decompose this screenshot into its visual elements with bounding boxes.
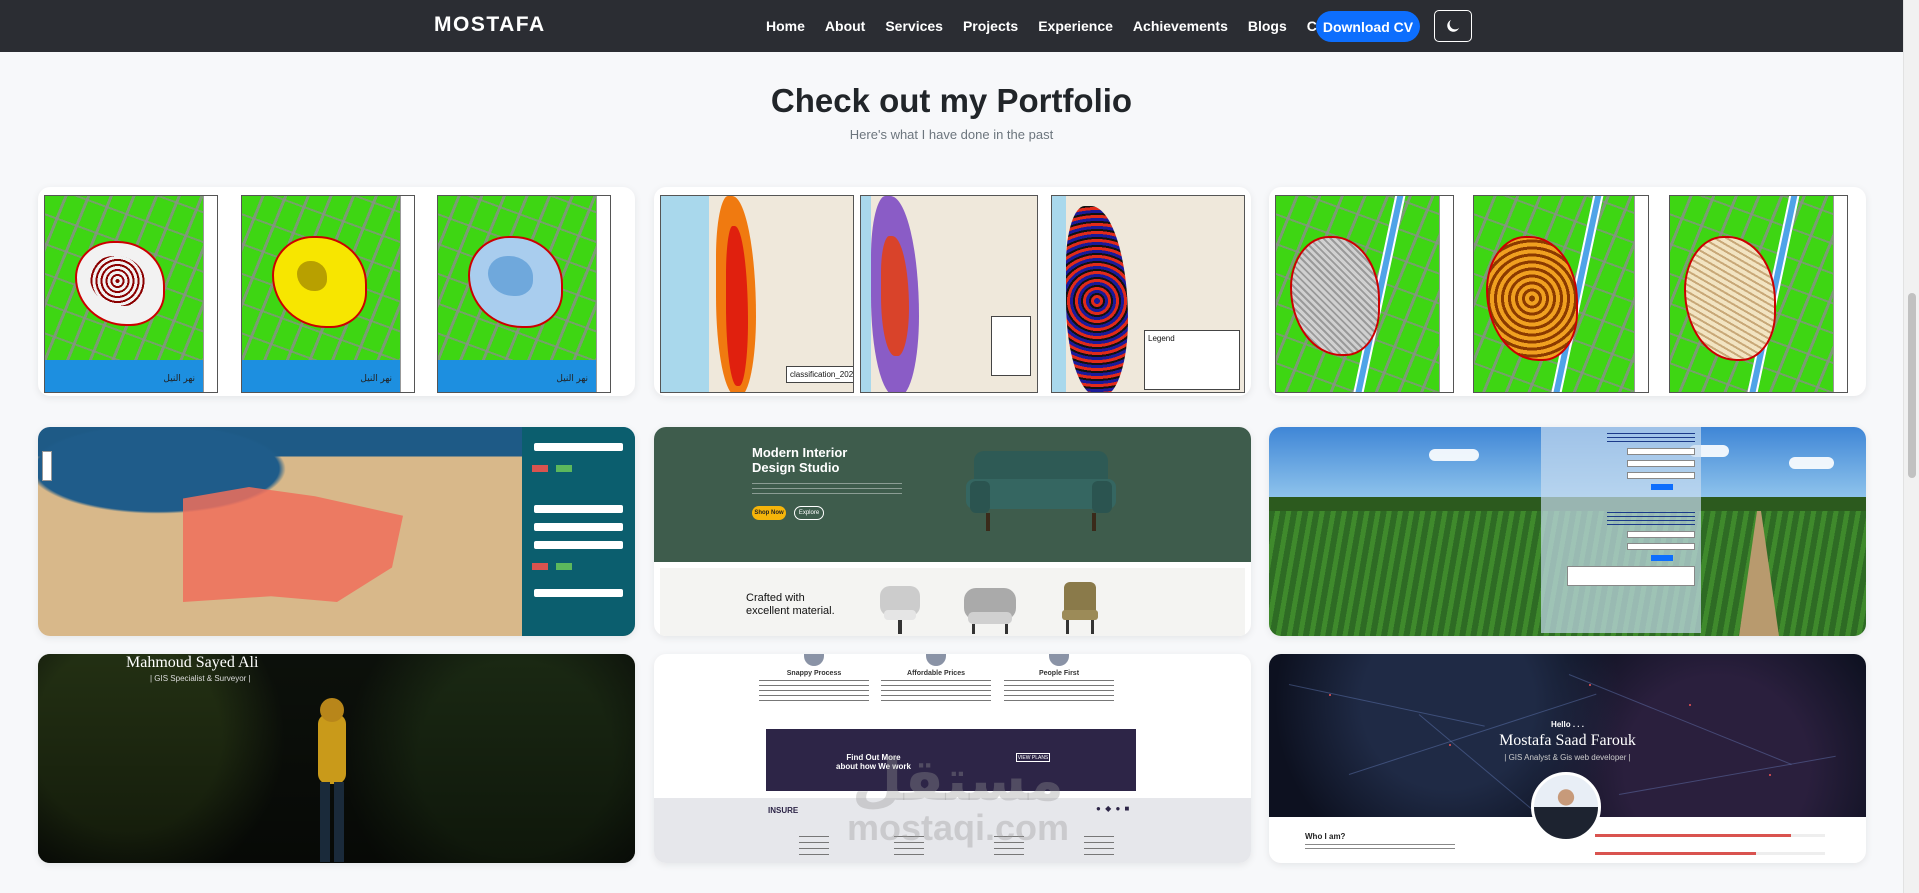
- moon-icon: [1447, 19, 1460, 32]
- legend-label: classification_2020: [790, 370, 854, 379]
- feature-heading: Affordable Prices: [907, 670, 965, 677]
- interior-materials-section: Crafted with excellent material.: [660, 568, 1245, 636]
- hero-name: Mostafa Saad Farouk: [1499, 732, 1636, 749]
- hero-name: Mahmoud Sayed Ali: [126, 654, 259, 671]
- map-label: نهر النيل: [556, 373, 588, 383]
- nav-link-services[interactable]: Services: [885, 18, 943, 34]
- twitter-icon[interactable]: ◆: [1105, 804, 1112, 813]
- legend-title: Legend: [1148, 334, 1175, 343]
- view-plans-button[interactable]: VIEW PLANS: [1016, 753, 1050, 762]
- shop-now-button[interactable]: Shop Now: [752, 506, 786, 520]
- pinterest-icon[interactable]: ●: [1115, 804, 1121, 813]
- map-legend: Legend: [1144, 330, 1240, 390]
- map-panel: [860, 195, 1038, 393]
- portfolio-card-insure[interactable]: Snappy Process Affordable Prices People …: [654, 654, 1251, 863]
- avatar: [1531, 772, 1601, 842]
- interior-hero: Modern Interior Design Studio Shop Now E…: [654, 427, 1251, 562]
- portfolio-card-egypt-webgis[interactable]: [38, 427, 635, 636]
- insure-banner: Find Out More about how We work VIEW PLA…: [766, 729, 1136, 791]
- map-label: نهر النيل: [360, 373, 392, 383]
- hero-role: | GIS Specialist & Surveyor |: [150, 674, 251, 683]
- nav-link-achievements[interactable]: Achievements: [1133, 18, 1228, 34]
- about-heading: Who I am?: [1305, 832, 1346, 841]
- hero-role: | GIS Analyst & Gis web developer |: [1504, 753, 1631, 762]
- nav-link-experience[interactable]: Experience: [1038, 18, 1113, 34]
- portfolio-card-personal-site-mahmoud[interactable]: Mahmoud Sayed Ali | GIS Specialist & Sur…: [38, 654, 635, 863]
- portfolio-card-gis-coastal-maps[interactable]: classification_2020 Legend: [654, 187, 1251, 396]
- feature-icon: [804, 654, 824, 666]
- nav-link-blogs[interactable]: Blogs: [1248, 18, 1287, 34]
- hero-greeting: Hello . . .: [1551, 720, 1584, 729]
- map-panel: نهر النيل: [437, 195, 611, 393]
- feature-column: Affordable Prices: [881, 654, 991, 702]
- theme-toggle-button[interactable]: [1434, 10, 1472, 42]
- feature-icon: [926, 654, 946, 666]
- nav-link-home[interactable]: Home: [766, 18, 805, 34]
- portfolio-card-gis-nile-maps[interactable]: نهر النيل نهر النيل نهر النيل: [38, 187, 635, 396]
- feature-icon: [1049, 654, 1069, 666]
- footer-brand: INSURE: [768, 806, 799, 815]
- map-panel: [1275, 195, 1454, 393]
- portfolio-card-personal-site-mostafa[interactable]: Hello . . . Mostafa Saad Farouk | GIS An…: [1269, 654, 1866, 863]
- sofa-image: [966, 451, 1116, 531]
- crafted-title: Crafted with excellent material.: [746, 592, 835, 617]
- nav-link-about[interactable]: About: [825, 18, 865, 34]
- skill-bar: [1595, 852, 1825, 855]
- skill-bar: [1595, 834, 1825, 837]
- map-query-panel: [522, 427, 635, 636]
- brand-logo[interactable]: MOSTAFA: [434, 13, 546, 37]
- nav-links: Home About Services Projects Experience …: [766, 18, 1379, 34]
- map-panel: [1669, 195, 1848, 393]
- map-panel: نهر النيل: [241, 195, 415, 393]
- chair-image: [880, 586, 920, 634]
- map-zoom-controls[interactable]: [42, 451, 52, 481]
- page-scrollbar[interactable]: [1903, 0, 1919, 893]
- portfolio-title: Check out my Portfolio: [770, 82, 1133, 119]
- scrollbar-thumb[interactable]: [1908, 293, 1916, 478]
- chair-image: [1062, 582, 1098, 634]
- banner-text: Find Out More about how We work: [836, 753, 911, 771]
- portfolio-card-gis-village-maps[interactable]: [1269, 187, 1866, 396]
- top-navbar: MOSTAFA Home About Services Projects Exp…: [0, 0, 1903, 52]
- facebook-icon[interactable]: ●: [1096, 804, 1102, 813]
- map-panel: classification_2020: [660, 195, 854, 393]
- conversion-form: [1541, 427, 1701, 633]
- map-panel: [1473, 195, 1649, 393]
- chair-image: [964, 588, 1016, 634]
- feature-heading: Snappy Process: [786, 670, 842, 677]
- feature-column: People First: [1004, 654, 1114, 702]
- map-panel: نهر النيل: [44, 195, 218, 393]
- interior-hero-title: Modern Interior Design Studio: [752, 445, 848, 475]
- person-image: [318, 698, 346, 862]
- explore-button[interactable]: Explore: [794, 506, 824, 520]
- map-panel: Legend: [1051, 195, 1245, 393]
- portfolio-card-interior-design[interactable]: Modern Interior Design Studio Shop Now E…: [654, 427, 1251, 636]
- instagram-icon[interactable]: ■: [1125, 804, 1131, 813]
- feature-heading: People First: [1038, 670, 1080, 677]
- map-legend: classification_2020: [786, 366, 854, 383]
- download-cv-button[interactable]: Download CV: [1316, 11, 1420, 42]
- social-icons[interactable]: ● ◆ ● ■: [1096, 804, 1130, 813]
- feature-column: Snappy Process: [759, 654, 869, 702]
- nav-link-projects[interactable]: Projects: [963, 18, 1018, 34]
- portfolio-card-field-calculator[interactable]: [1269, 427, 1866, 636]
- map-label: نهر النيل: [163, 373, 195, 383]
- insure-footer: INSURE ● ◆ ● ■: [654, 798, 1251, 863]
- portfolio-subtitle: Here's what I have done in the past: [849, 127, 1054, 142]
